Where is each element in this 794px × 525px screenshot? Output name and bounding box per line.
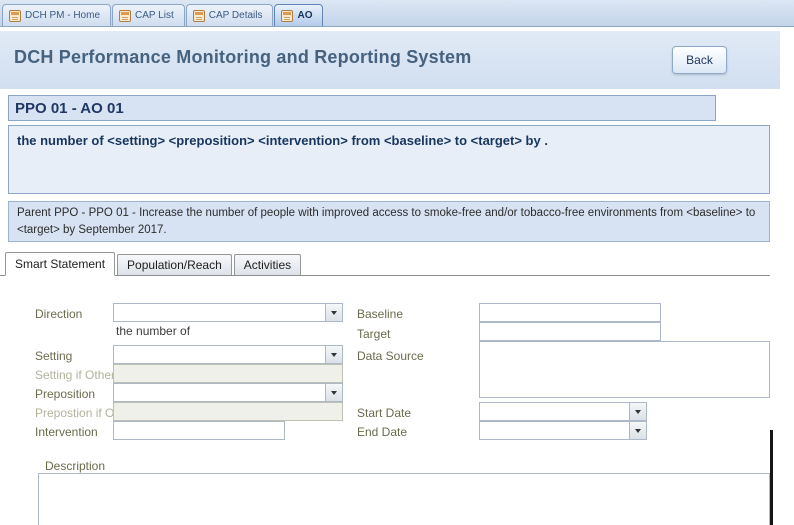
window-tab-label: CAP Details [209, 10, 263, 21]
triangle-glyph [331, 311, 337, 315]
form-icon [193, 10, 205, 22]
window-tab-cap-details[interactable]: CAP Details [186, 4, 274, 26]
tab-population-reach[interactable]: Population/Reach [117, 254, 232, 275]
baseline-input[interactable] [479, 303, 661, 322]
chevron-down-icon[interactable] [325, 346, 342, 363]
setting-select[interactable] [113, 345, 343, 364]
back-button[interactable]: Back [672, 46, 727, 74]
end-date-label: End Date [357, 425, 407, 439]
triangle-glyph [331, 353, 337, 357]
description-input[interactable] [38, 473, 770, 525]
record-title: PPO 01 - AO 01 [8, 95, 716, 121]
description-label: Description [45, 459, 105, 473]
intervention-input[interactable] [113, 421, 285, 440]
tab-smart-statement[interactable]: Smart Statement [5, 252, 115, 276]
setting-if-other-label: Setting if Other [35, 368, 115, 382]
page-title: DCH Performance Monitoring and Reporting… [14, 47, 471, 68]
chevron-down-icon[interactable] [325, 304, 342, 321]
chevron-down-icon[interactable] [629, 422, 646, 439]
window-tab-bar: DCH PM - Home CAP List CAP Details AO [0, 0, 794, 27]
window-tab-cap-list[interactable]: CAP List [112, 4, 185, 26]
form-icon [281, 10, 293, 22]
preposition-select[interactable] [113, 383, 343, 402]
window-tab-dch-pm-home[interactable]: DCH PM - Home [2, 4, 111, 26]
end-date-select[interactable] [479, 421, 647, 440]
direction-select[interactable] [113, 303, 343, 322]
intervention-label: Intervention [35, 425, 98, 439]
target-input[interactable] [479, 322, 661, 341]
window-tab-label: AO [297, 10, 312, 21]
window-tab-label: CAP List [135, 10, 174, 21]
chevron-down-icon[interactable] [325, 384, 342, 401]
window-edge [770, 430, 773, 525]
direction-label: Direction [35, 307, 82, 321]
form-icon [119, 10, 131, 22]
window-tab-ao[interactable]: AO [274, 4, 323, 26]
window-tab-label: DCH PM - Home [25, 10, 100, 21]
preposition-if-other-input [113, 402, 343, 421]
direction-hint-text: the number of [116, 324, 190, 338]
smart-statement-text: the number of <setting> <preposition> <i… [8, 125, 770, 194]
form-icon [9, 10, 21, 22]
triangle-glyph [635, 429, 641, 433]
preposition-label: Preposition [35, 387, 95, 401]
triangle-glyph [331, 391, 337, 395]
data-source-label: Data Source [357, 349, 424, 363]
app-window: DCH PM - Home CAP List CAP Details AO DC… [0, 0, 794, 525]
setting-if-other-input [113, 364, 343, 383]
chevron-down-icon[interactable] [629, 403, 646, 420]
form-tab-bar: Smart Statement Population/Reach Activit… [0, 252, 770, 276]
triangle-glyph [635, 410, 641, 414]
start-date-label: Start Date [357, 406, 411, 420]
setting-label: Setting [35, 349, 72, 363]
tab-activities[interactable]: Activities [234, 254, 301, 275]
parent-ppo-text: Parent PPO - PPO 01 - Increase the numbe… [8, 201, 770, 242]
header: DCH Performance Monitoring and Reporting… [0, 31, 780, 89]
target-label: Target [357, 327, 390, 341]
data-source-input[interactable] [479, 341, 770, 398]
baseline-label: Baseline [357, 307, 403, 321]
start-date-select[interactable] [479, 402, 647, 421]
